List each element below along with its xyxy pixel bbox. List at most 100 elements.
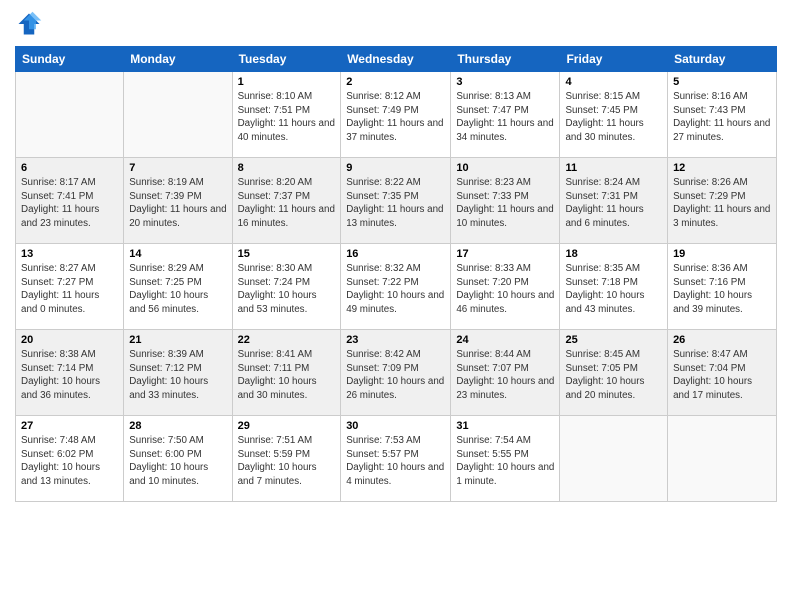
calendar-cell: 7 Sunrise: 8:19 AMSunset: 7:39 PMDaylight…: [124, 158, 232, 244]
calendar-cell: 2 Sunrise: 8:12 AMSunset: 7:49 PMDaylight…: [341, 72, 451, 158]
day-info: Sunrise: 8:13 AMSunset: 7:47 PMDaylight:…: [456, 90, 554, 145]
calendar-cell: 30Sunrise: 7:53 AMSunset: 5:57 PMDayligh…: [341, 416, 451, 502]
calendar-cell: 3 Sunrise: 8:13 AMSunset: 7:47 PMDaylight…: [451, 72, 560, 158]
day-number: 25: [565, 334, 662, 346]
day-info: Sunrise: 8:15 AMSunset: 7:45 PMDaylight:…: [565, 90, 662, 145]
day-number: 4: [565, 76, 662, 88]
calendar-week-row: 13 Sunrise: 8:27 AMSunset: 7:27 PMDayligh…: [16, 244, 777, 330]
calendar-cell: 9 Sunrise: 8:22 AMSunset: 7:35 PMDaylight…: [341, 158, 451, 244]
calendar-cell: 8Sunrise: 8:20 AMSunset: 7:37 PMDaylight…: [232, 158, 341, 244]
weekday-header-thursday: Thursday: [451, 47, 560, 72]
day-info: Sunrise: 8:33 AMSunset: 7:20 PMDaylight:…: [456, 262, 554, 317]
calendar-cell: 23Sunrise: 8:42 AMSunset: 7:09 PMDayligh…: [341, 330, 451, 416]
day-number: 20: [21, 334, 118, 346]
calendar-cell: 31 Sunrise: 7:54 AMSunset: 5:55 PMDayligh…: [451, 416, 560, 502]
day-info: Sunrise: 8:16 AMSunset: 7:43 PMDaylight:…: [673, 90, 771, 145]
day-info: Sunrise: 8:45 AMSunset: 7:05 PMDaylight:…: [565, 348, 662, 403]
day-number: 28: [129, 420, 226, 432]
day-info: Sunrise: 8:44 AMSunset: 7:07 PMDaylight:…: [456, 348, 554, 403]
day-number: 7: [129, 162, 226, 174]
day-number: 3: [456, 76, 554, 88]
day-number: 23: [346, 334, 445, 346]
calendar-cell: 13 Sunrise: 8:27 AMSunset: 7:27 PMDayligh…: [16, 244, 124, 330]
calendar-cell: 17 Sunrise: 8:33 AMSunset: 7:20 PMDayligh…: [451, 244, 560, 330]
weekday-header-monday: Monday: [124, 47, 232, 72]
day-info: Sunrise: 8:10 AMSunset: 7:51 PMDaylight:…: [238, 90, 336, 145]
day-number: 9: [346, 162, 445, 174]
day-number: 14: [129, 248, 226, 260]
day-number: 1: [238, 76, 336, 88]
calendar-cell: 22Sunrise: 8:41 AMSunset: 7:11 PMDayligh…: [232, 330, 341, 416]
day-info: Sunrise: 8:36 AMSunset: 7:16 PMDaylight:…: [673, 262, 771, 317]
day-number: 11: [565, 162, 662, 174]
day-info: Sunrise: 7:54 AMSunset: 5:55 PMDaylight:…: [456, 434, 554, 489]
day-info: Sunrise: 7:51 AMSunset: 5:59 PMDaylight:…: [238, 434, 336, 489]
day-info: Sunrise: 8:27 AMSunset: 7:27 PMDaylight:…: [21, 262, 118, 317]
day-info: Sunrise: 8:23 AMSunset: 7:33 PMDaylight:…: [456, 176, 554, 231]
day-info: Sunrise: 8:20 AMSunset: 7:37 PMDaylight:…: [238, 176, 336, 231]
weekday-header-tuesday: Tuesday: [232, 47, 341, 72]
day-info: Sunrise: 8:35 AMSunset: 7:18 PMDaylight:…: [565, 262, 662, 317]
calendar-cell: 14 Sunrise: 8:29 AMSunset: 7:25 PMDayligh…: [124, 244, 232, 330]
day-number: 6: [21, 162, 118, 174]
calendar-cell: 29 Sunrise: 7:51 AMSunset: 5:59 PMDayligh…: [232, 416, 341, 502]
calendar-cell: 10 Sunrise: 8:23 AMSunset: 7:33 PMDayligh…: [451, 158, 560, 244]
day-number: 29: [238, 420, 336, 432]
calendar-cell: 4 Sunrise: 8:15 AMSunset: 7:45 PMDaylight…: [560, 72, 668, 158]
calendar-cell: 21 Sunrise: 8:39 AMSunset: 7:12 PMDayligh…: [124, 330, 232, 416]
day-info: Sunrise: 8:22 AMSunset: 7:35 PMDaylight:…: [346, 176, 445, 231]
calendar-cell: 27Sunrise: 7:48 AMSunset: 6:02 PMDayligh…: [16, 416, 124, 502]
day-info: Sunrise: 8:39 AMSunset: 7:12 PMDaylight:…: [129, 348, 226, 403]
day-info: Sunrise: 8:32 AMSunset: 7:22 PMDaylight:…: [346, 262, 445, 317]
calendar-cell: [668, 416, 777, 502]
day-number: 10: [456, 162, 554, 174]
calendar-cell: 11 Sunrise: 8:24 AMSunset: 7:31 PMDayligh…: [560, 158, 668, 244]
day-info: Sunrise: 8:38 AMSunset: 7:14 PMDaylight:…: [21, 348, 118, 403]
day-number: 24: [456, 334, 554, 346]
calendar-week-row: 20 Sunrise: 8:38 AMSunset: 7:14 PMDayligh…: [16, 330, 777, 416]
logo-icon: [15, 10, 43, 38]
day-number: 30: [346, 420, 445, 432]
calendar-cell: 19Sunrise: 8:36 AMSunset: 7:16 PMDayligh…: [668, 244, 777, 330]
day-info: Sunrise: 8:26 AMSunset: 7:29 PMDaylight:…: [673, 176, 771, 231]
day-number: 31: [456, 420, 554, 432]
day-info: Sunrise: 8:19 AMSunset: 7:39 PMDaylight:…: [129, 176, 226, 231]
calendar-week-row: 1 Sunrise: 8:10 AMSunset: 7:51 PMDaylight…: [16, 72, 777, 158]
calendar-cell: 5 Sunrise: 8:16 AMSunset: 7:43 PMDaylight…: [668, 72, 777, 158]
calendar-week-row: 27Sunrise: 7:48 AMSunset: 6:02 PMDayligh…: [16, 416, 777, 502]
calendar-cell: 6Sunrise: 8:17 AMSunset: 7:41 PMDaylight…: [16, 158, 124, 244]
weekday-header-friday: Friday: [560, 47, 668, 72]
calendar-cell: [560, 416, 668, 502]
calendar-cell: 28Sunrise: 7:50 AMSunset: 6:00 PMDayligh…: [124, 416, 232, 502]
day-info: Sunrise: 8:47 AMSunset: 7:04 PMDaylight:…: [673, 348, 771, 403]
day-info: Sunrise: 8:30 AMSunset: 7:24 PMDaylight:…: [238, 262, 336, 317]
day-number: 21: [129, 334, 226, 346]
day-number: 18: [565, 248, 662, 260]
day-number: 13: [21, 248, 118, 260]
day-info: Sunrise: 8:24 AMSunset: 7:31 PMDaylight:…: [565, 176, 662, 231]
day-number: 2: [346, 76, 445, 88]
page: SundayMondayTuesdayWednesdayThursdayFrid…: [0, 0, 792, 612]
calendar-table: SundayMondayTuesdayWednesdayThursdayFrid…: [15, 46, 777, 502]
calendar-cell: 24 Sunrise: 8:44 AMSunset: 7:07 PMDayligh…: [451, 330, 560, 416]
calendar-cell: 25 Sunrise: 8:45 AMSunset: 7:05 PMDayligh…: [560, 330, 668, 416]
day-number: 5: [673, 76, 771, 88]
calendar-cell: 20 Sunrise: 8:38 AMSunset: 7:14 PMDayligh…: [16, 330, 124, 416]
calendar-cell: 26Sunrise: 8:47 AMSunset: 7:04 PMDayligh…: [668, 330, 777, 416]
day-number: 12: [673, 162, 771, 174]
calendar-cell: 18 Sunrise: 8:35 AMSunset: 7:18 PMDayligh…: [560, 244, 668, 330]
calendar-week-row: 6Sunrise: 8:17 AMSunset: 7:41 PMDaylight…: [16, 158, 777, 244]
header: [15, 10, 777, 38]
day-number: 17: [456, 248, 554, 260]
weekday-header-sunday: Sunday: [16, 47, 124, 72]
day-number: 15: [238, 248, 336, 260]
weekday-header-wednesday: Wednesday: [341, 47, 451, 72]
calendar-cell: 1 Sunrise: 8:10 AMSunset: 7:51 PMDaylight…: [232, 72, 341, 158]
logo: [15, 10, 47, 38]
day-number: 16: [346, 248, 445, 260]
calendar-cell: [16, 72, 124, 158]
weekday-header-row: SundayMondayTuesdayWednesdayThursdayFrid…: [16, 47, 777, 72]
day-info: Sunrise: 8:29 AMSunset: 7:25 PMDaylight:…: [129, 262, 226, 317]
day-info: Sunrise: 8:12 AMSunset: 7:49 PMDaylight:…: [346, 90, 445, 145]
calendar-cell: 15 Sunrise: 8:30 AMSunset: 7:24 PMDayligh…: [232, 244, 341, 330]
